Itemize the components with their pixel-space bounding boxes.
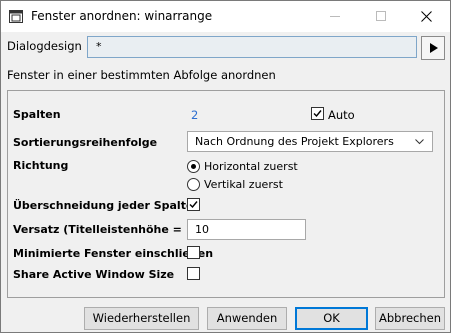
sort-order-label: Sortierungsreihenfolge (13, 136, 158, 149)
columns-value[interactable]: 2 (191, 108, 198, 122)
play-icon (430, 43, 438, 53)
radio-horizontal-first-label: Horizontal zuerst (204, 160, 298, 173)
minimized-checkbox[interactable] (187, 246, 200, 259)
dialog-design-input[interactable]: * (87, 36, 417, 58)
apply-button[interactable]: Anwenden (207, 307, 287, 330)
sort-order-select[interactable]: Nach Ordnung des Projekt Explorers (187, 131, 433, 152)
chevron-down-icon (415, 139, 424, 145)
settings-panel (7, 90, 445, 298)
share-active-label: Share Active Window Size (13, 268, 175, 281)
direction-label: Richtung (13, 159, 69, 172)
auto-checkbox[interactable] (311, 107, 324, 120)
overlap-checkbox[interactable] (187, 198, 200, 211)
minimize-button[interactable] (312, 1, 358, 32)
sort-order-value: Nach Ordnung des Projekt Explorers (195, 135, 394, 148)
auto-label: Auto (328, 108, 355, 122)
minimized-label: Minimierte Fenster einschließen (13, 247, 214, 260)
restore-button[interactable]: Wiederherstellen (84, 307, 199, 330)
offset-input[interactable]: 10 (187, 219, 306, 240)
share-active-checkbox[interactable] (187, 267, 200, 280)
columns-label: Spalten (13, 108, 61, 121)
checkmark-icon (189, 201, 198, 209)
cancel-button[interactable]: Abbrechen (375, 307, 445, 330)
close-button[interactable] (404, 1, 450, 32)
radio-selected-dot (191, 164, 196, 169)
description-text: Fenster in einer bestimmten Abfolge anor… (7, 68, 276, 82)
overlap-label: Überschneidung jeder Spalte (13, 199, 194, 212)
dialog-window: Fenster anordnen: winarrange Dialogdesig… (0, 0, 451, 333)
radio-horizontal-first[interactable] (187, 160, 200, 173)
checkmark-icon (313, 110, 322, 118)
window-arrange-icon (9, 10, 23, 23)
title-bar[interactable]: Fenster anordnen: winarrange (1, 1, 450, 32)
offset-label: Versatz (Titelleistenhöhe = 10) (13, 223, 207, 236)
ok-button[interactable]: OK (295, 307, 368, 330)
radio-vertical-first-label: Vertikal zuerst (204, 178, 283, 191)
dialog-design-menu-button[interactable] (421, 36, 445, 60)
radio-vertical-first[interactable] (187, 178, 200, 191)
close-icon (421, 11, 432, 22)
dialog-design-label: Dialogdesign (7, 39, 82, 53)
maximize-button[interactable] (358, 1, 404, 32)
maximize-icon (376, 11, 386, 21)
window-title: Fenster anordnen: winarrange (31, 9, 213, 23)
minimize-icon (330, 16, 340, 17)
